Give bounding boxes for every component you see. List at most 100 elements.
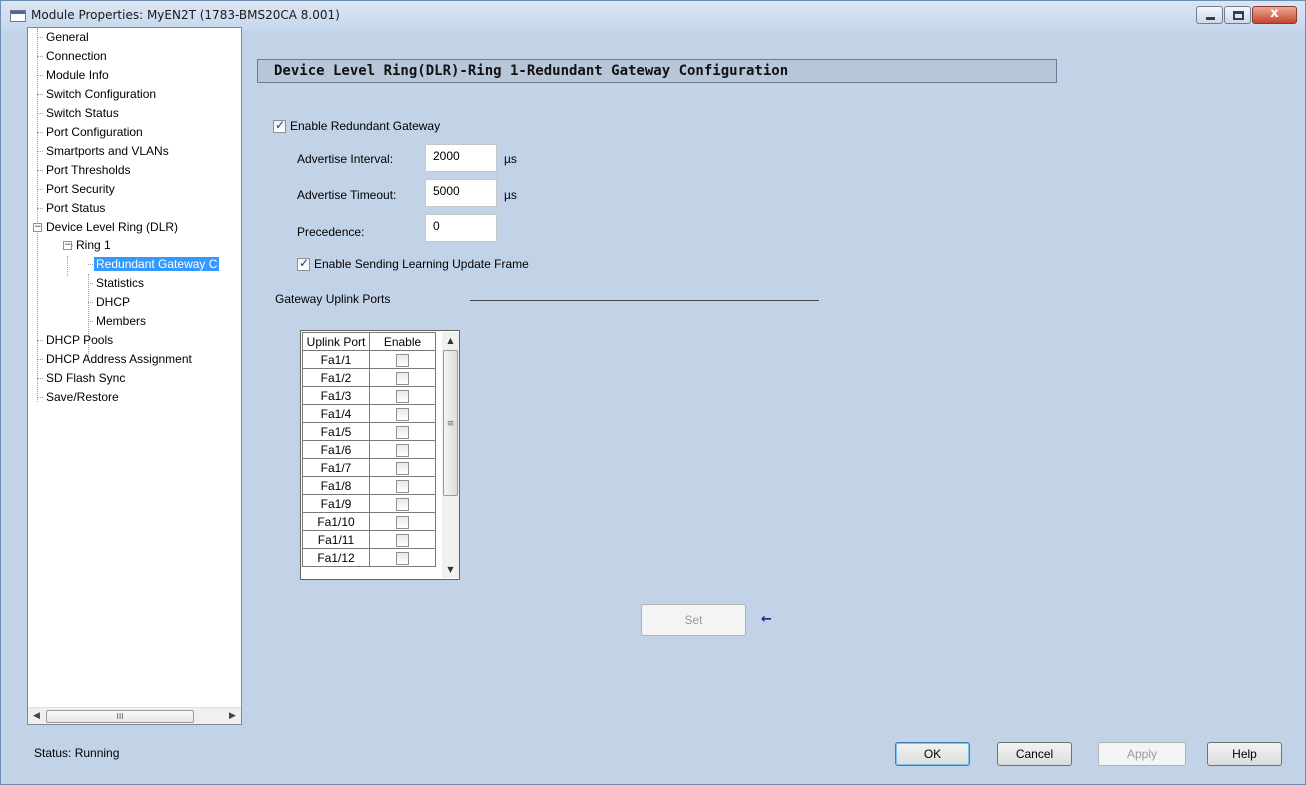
- collapse-icon[interactable]: −: [63, 241, 72, 250]
- panel-header: Device Level Ring(DLR)-Ring 1-Redundant …: [257, 59, 1057, 83]
- tree-item-port-configuration[interactable]: Port Configuration: [44, 123, 145, 141]
- tree-guide-line: [37, 28, 38, 402]
- tree-item-ring-1[interactable]: Ring 1: [74, 236, 113, 254]
- tree-item-module-info[interactable]: Module Info: [44, 66, 111, 84]
- tree-item-dhcp-address-assignment[interactable]: DHCP Address Assignment: [44, 350, 194, 368]
- maximize-button[interactable]: [1224, 6, 1251, 24]
- port-enable-checkbox[interactable]: [396, 497, 409, 511]
- scrollbar-thumb[interactable]: ≡: [443, 350, 458, 496]
- ok-button[interactable]: OK: [895, 742, 970, 766]
- uplink-ports-table[interactable]: Uplink Port Enable Fa1/1 Fa1/2 Fa1/3 Fa1/4 F…: [300, 330, 460, 580]
- apply-button[interactable]: Apply: [1098, 742, 1186, 766]
- tree-item-dhcp[interactable]: DHCP: [94, 293, 132, 311]
- uplink-port-cell: Fa1/8: [302, 476, 370, 495]
- precedence-input[interactable]: 0: [425, 214, 497, 242]
- arrow-left-icon: ←: [761, 612, 772, 627]
- uplink-port-cell: Fa1/6: [302, 440, 370, 459]
- app-icon: [10, 10, 26, 22]
- table-row: Fa1/7: [302, 458, 436, 477]
- tree-item-label: Switch Configuration: [46, 87, 157, 101]
- tree-item-sd-flash-sync[interactable]: SD Flash Sync: [44, 369, 127, 387]
- gateway-uplink-ports-label: Gateway Uplink Ports: [275, 292, 391, 306]
- port-enable-checkbox[interactable]: [396, 551, 409, 565]
- port-enable-checkbox[interactable]: [396, 443, 409, 457]
- tree-item-port-security[interactable]: Port Security: [44, 180, 117, 198]
- tree-item-switch-configuration[interactable]: Switch Configuration: [44, 85, 158, 103]
- status-text: Status: Running: [34, 746, 120, 760]
- close-button[interactable]: x: [1252, 6, 1297, 24]
- tree-item-label: Switch Status: [46, 106, 119, 120]
- scroll-down-icon[interactable]: ▼: [442, 561, 459, 578]
- port-enable-checkbox[interactable]: [396, 353, 409, 367]
- help-button[interactable]: Help: [1207, 742, 1282, 766]
- tree-item-label: DHCP: [96, 295, 131, 309]
- uplink-port-cell: Fa1/10: [302, 512, 370, 531]
- tree-guide-line: [67, 256, 68, 276]
- tree-item-label: Device Level Ring (DLR): [46, 220, 179, 234]
- uplink-port-cell: Fa1/7: [302, 458, 370, 477]
- enable-learning-update-label: Enable Sending Learning Update Frame: [314, 257, 529, 271]
- tree-item-general[interactable]: General: [44, 28, 91, 46]
- tree-guide-line: [37, 340, 43, 341]
- table-header-row: Uplink Port Enable: [302, 332, 436, 351]
- scroll-right-icon[interactable]: ▶: [224, 709, 241, 724]
- tree-item-label: SD Flash Sync: [46, 371, 126, 385]
- tree-item-statistics[interactable]: Statistics: [94, 274, 146, 292]
- table-row: Fa1/1: [302, 350, 436, 369]
- tree-guide-line: [88, 283, 93, 284]
- scroll-left-icon[interactable]: ◀: [28, 709, 45, 724]
- tree-guide-line: [37, 75, 43, 76]
- enable-cell: [369, 458, 436, 477]
- advertise-timeout-unit: µs: [504, 188, 517, 202]
- tree-item-label: Port Thresholds: [46, 163, 131, 177]
- port-enable-checkbox[interactable]: [396, 515, 409, 529]
- set-button[interactable]: Set: [641, 604, 746, 636]
- port-enable-checkbox[interactable]: [396, 533, 409, 547]
- tree-item-label: Port Configuration: [46, 125, 143, 139]
- port-enable-checkbox[interactable]: [396, 425, 409, 439]
- port-enable-checkbox[interactable]: [396, 371, 409, 385]
- tree-item-save-restore[interactable]: Save/Restore: [44, 388, 121, 406]
- port-enable-checkbox[interactable]: [396, 479, 409, 493]
- tree-guide-line: [37, 94, 43, 95]
- section-divider: [470, 300, 819, 301]
- window-title: Module Properties: MyEN2T (1783-BMS20CA …: [31, 8, 340, 22]
- tree-item-connection[interactable]: Connection: [44, 47, 109, 65]
- tree-item-smartports-and-vlans[interactable]: Smartports and VLANs: [44, 142, 171, 160]
- tree-item-port-status[interactable]: Port Status: [44, 199, 107, 217]
- tree-item-redundant-gateway-c[interactable]: Redundant Gateway C: [94, 255, 220, 273]
- enable-cell: [369, 350, 436, 369]
- minimize-icon: [1206, 17, 1215, 20]
- advertise-interval-input[interactable]: 2000: [425, 144, 497, 172]
- tree-item-port-thresholds[interactable]: Port Thresholds: [44, 161, 133, 179]
- advertise-timeout-input[interactable]: 5000: [425, 179, 497, 207]
- port-enable-checkbox[interactable]: [396, 461, 409, 475]
- enable-learning-update-checkbox[interactable]: [297, 256, 310, 271]
- tree-item-members[interactable]: Members: [94, 312, 148, 330]
- scrollbar-thumb[interactable]: III: [46, 710, 194, 723]
- port-enable-checkbox[interactable]: [396, 407, 409, 421]
- port-enable-checkbox[interactable]: [396, 389, 409, 403]
- tree-horizontal-scrollbar[interactable]: ◀ III ▶: [28, 707, 241, 724]
- collapse-icon[interactable]: −: [33, 223, 42, 232]
- enable-redundant-gateway-checkbox[interactable]: [273, 118, 286, 133]
- advertise-interval-label: Advertise Interval:: [297, 152, 394, 166]
- tree-item-label: DHCP Address Assignment: [46, 352, 192, 366]
- panel-title: Device Level Ring(DLR)-Ring 1-Redundant …: [274, 63, 789, 79]
- tree-item-dhcp-pools[interactable]: DHCP Pools: [44, 331, 115, 349]
- category-tree[interactable]: General Connection Module Info Switch Confi…: [27, 27, 242, 725]
- cancel-button[interactable]: Cancel: [997, 742, 1072, 766]
- tree-item-label: Members: [96, 314, 147, 328]
- tree-item-device-level-ring-dlr[interactable]: Device Level Ring (DLR): [44, 218, 180, 236]
- minimize-button[interactable]: [1196, 6, 1223, 24]
- table-vertical-scrollbar[interactable]: ▲ ≡ ▼: [442, 332, 459, 578]
- uplink-port-cell: Fa1/11: [302, 530, 370, 549]
- tree-item-label: Statistics: [96, 276, 145, 290]
- tree-guide-line: [37, 208, 43, 209]
- tree-guide-line: [37, 113, 43, 114]
- tree-item-switch-status[interactable]: Switch Status: [44, 104, 121, 122]
- table-row: Fa1/6: [302, 440, 436, 459]
- scroll-up-icon[interactable]: ▲: [442, 332, 459, 349]
- tree-guide-line: [37, 37, 43, 38]
- column-header-uplink-port: Uplink Port: [302, 332, 370, 351]
